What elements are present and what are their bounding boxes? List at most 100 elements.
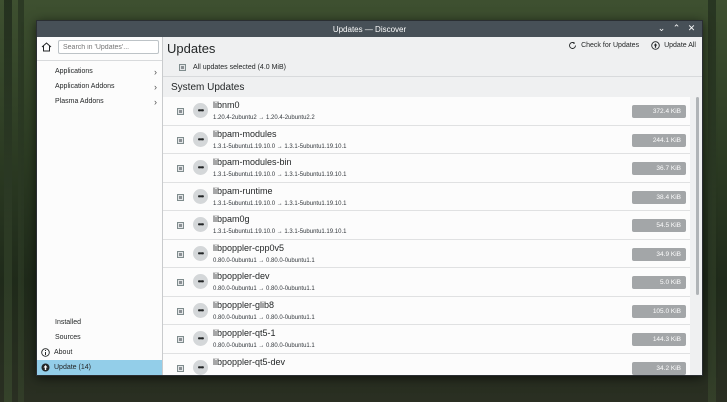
list-item: ••• libpoppler-dev 0.80.0-0ubuntu1 → 0.8… [163,268,690,297]
more-options-icon[interactable]: ••• [193,274,208,289]
background-tree [708,0,716,402]
list-item: ••• libpam-modules-bin 1.3.1-5ubuntu1.19… [163,154,690,183]
category-plasma-addons[interactable]: Plasma Addons › [37,94,162,109]
package-name: libpoppler-dev [213,271,270,281]
list-item: ••• libpam-modules 1.3.1-5ubuntu1.19.10.… [163,126,690,154]
package-size: 5.0 KiB [632,276,686,289]
divider [37,60,162,61]
update-checkbox[interactable] [177,279,184,286]
update-all-icon [651,41,660,50]
nav-label: Installed [55,319,82,326]
discover-window: Updates — Discover ⌄ ⌃ ✕ Applications › … [36,20,703,376]
package-name: libpam0g [213,214,250,224]
section-title: System Updates [171,81,245,93]
title-bar: Updates — Discover ⌄ ⌃ ✕ [37,21,702,37]
update-icon [41,363,50,372]
chevron-right-icon: › [154,81,157,92]
more-options-icon[interactable]: ••• [193,103,208,118]
selection-summary: All updates selected (4.0 MiB) [193,64,286,71]
update-checkbox[interactable] [177,193,184,201]
more-options-icon[interactable]: ••• [193,245,208,261]
maximize-button[interactable]: ⌃ [672,23,681,33]
selection-bar: All updates selected (4.0 MiB) [163,59,702,77]
package-name: libpoppler-glib8 [213,299,275,310]
package-size: 244.1 KiB [632,133,686,147]
more-options-icon[interactable]: ••• [193,359,208,375]
update-checkbox[interactable] [177,165,184,172]
package-size: 34.9 KiB [632,247,686,261]
nav-update[interactable]: Update (14) [37,360,162,375]
nav-label: Sources [55,334,81,341]
package-version: 0.80.0-0ubuntu1 → 0.80.0-0ubuntu1.1 [213,286,315,292]
category-label: Application Addons [55,83,115,90]
check-for-updates-label: Check for Updates [581,42,640,49]
refresh-icon [569,41,577,49]
home-icon[interactable] [40,40,52,54]
update-all-button[interactable]: Update All [651,41,696,50]
nav-sources[interactable]: Sources [37,330,162,345]
list-item: ••• libpam-runtime 1.3.1-5ubuntu1.19.10.… [163,183,690,211]
main-panel: Updates Check for Updates Update All All… [163,37,702,375]
more-options-icon[interactable]: ••• [193,302,208,318]
list-item: ••• libpoppler-qt5-1 0.80.0-0ubuntu1 → 0… [163,325,690,354]
close-button[interactable]: ✕ [687,23,696,33]
update-checkbox[interactable] [177,336,184,343]
update-checkbox[interactable] [177,136,184,144]
more-options-icon[interactable]: ••• [193,331,208,346]
package-version: 1.20.4-2ubuntu2 → 1.20.4-2ubuntu2.2 [213,115,315,121]
scrollbar[interactable] [696,97,699,295]
package-version: 0.80.0-0ubuntu1 → 0.80.0-0ubuntu1.1 [213,257,315,264]
package-size: 372.4 KiB [632,105,686,118]
package-version: 1.3.1-5ubuntu1.19.10.0 → 1.3.1-5ubuntu1.… [213,172,347,178]
package-version: 0.80.0-0ubuntu1 → 0.80.0-0ubuntu1.1 [213,314,315,321]
window-title: Updates — Discover [332,24,407,34]
list-item: ••• libpam0g 1.3.1-5ubuntu1.19.10.0 → 1.… [163,211,690,240]
update-checkbox[interactable] [177,108,184,115]
nav-label: About [54,349,73,356]
more-options-icon[interactable]: ••• [193,131,208,147]
nav-about[interactable]: About [37,345,162,360]
package-version: 1.3.1-5ubuntu1.19.10.0 → 1.3.1-5ubuntu1.… [213,200,347,207]
category-label: Applications [55,68,93,75]
list-item: ••• libpoppler-qt5-dev 34.2 KiB [163,354,690,376]
category-applications[interactable]: Applications › [37,64,162,79]
update-checkbox[interactable] [177,307,184,315]
list-item: ••• libnm0 1.20.4-2ubuntu2 → 1.20.4-2ubu… [163,97,690,126]
category-label: Plasma Addons [55,98,104,105]
list-item: ••• libpoppler-cpp0v5 0.80.0-0ubuntu1 → … [163,240,690,268]
package-version: 1.3.1-5ubuntu1.19.10.0 → 1.3.1-5ubuntu1.… [213,143,347,150]
package-name: libpoppler-qt5-1 [213,328,276,338]
package-name: libpam-runtime [213,185,273,196]
chevron-right-icon: › [154,66,157,77]
check-for-updates-button[interactable]: Check for Updates [568,41,639,50]
category-application-addons[interactable]: Application Addons › [37,79,162,94]
page-title: Updates [167,40,216,56]
select-all-checkbox[interactable] [179,64,186,71]
info-icon [41,348,50,357]
nav-label: Update (14) [54,364,91,371]
more-options-icon[interactable]: ••• [193,217,208,232]
package-name: libpam-modules [213,128,277,139]
update-checkbox[interactable] [177,222,184,229]
search-input[interactable] [58,40,159,54]
package-version: 0.80.0-0ubuntu1 → 0.80.0-0ubuntu1.1 [213,343,315,349]
sidebar: Applications › Application Addons › Plas… [37,37,163,375]
more-options-icon[interactable]: ••• [193,160,208,175]
nav-installed[interactable]: Installed [37,315,162,330]
package-size: 54.5 KiB [632,219,686,232]
list-item: ••• libpoppler-glib8 0.80.0-0ubuntu1 → 0… [163,297,690,325]
package-size: 38.4 KiB [632,190,686,204]
update-checkbox[interactable] [177,250,184,258]
package-size: 144.3 KiB [632,333,686,346]
chevron-right-icon: › [154,96,157,107]
package-name: libpoppler-qt5-dev [213,356,286,367]
update-list: ••• libnm0 1.20.4-2ubuntu2 → 1.20.4-2ubu… [163,97,690,375]
more-options-icon[interactable]: ••• [193,188,208,204]
package-size: 36.7 KiB [632,162,686,175]
package-name: libnm0 [213,100,240,110]
package-size: 105.0 KiB [632,304,686,318]
background-tree [18,0,24,402]
package-size: 34.2 KiB [632,361,686,375]
minimize-button[interactable]: ⌄ [657,23,666,33]
update-checkbox[interactable] [177,364,184,372]
